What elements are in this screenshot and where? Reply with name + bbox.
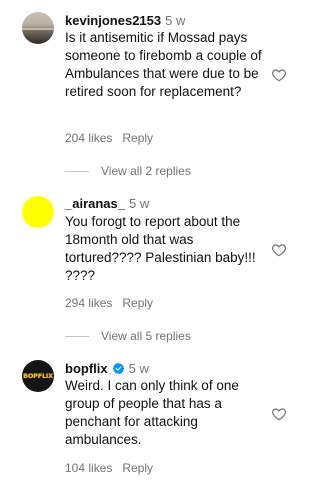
divider-line xyxy=(65,170,89,172)
reply-button[interactable]: Reply xyxy=(122,461,153,475)
comment-text: Weird. I can only think of one group of … xyxy=(65,378,239,447)
comment-actions: 204 likes Reply xyxy=(65,131,153,145)
view-replies-label: View all 5 replies xyxy=(101,329,191,343)
heart-outline-icon[interactable] xyxy=(271,67,287,83)
comment-text: Is it antisemitic if Mossad pays someone… xyxy=(65,30,262,99)
view-replies-button[interactable]: View all 2 replies xyxy=(65,164,191,178)
view-replies-button[interactable]: View all 5 replies xyxy=(65,329,191,343)
reply-button[interactable]: Reply xyxy=(122,131,153,145)
heart-outline-icon[interactable] xyxy=(271,242,287,258)
avatar[interactable] xyxy=(22,196,54,228)
like-count[interactable]: 204 likes xyxy=(65,131,112,145)
like-count[interactable]: 104 likes xyxy=(65,461,112,475)
comment-actions: 294 likes Reply xyxy=(65,296,153,310)
comment-actions: 104 likes Reply xyxy=(65,461,153,475)
divider-line xyxy=(65,335,89,337)
comment-text: You forogt to report about the 18month o… xyxy=(65,214,256,283)
avatar-logo-text: BOPFLIX xyxy=(23,372,53,380)
reply-button[interactable]: Reply xyxy=(122,296,153,310)
username[interactable]: _airanas_ xyxy=(65,196,125,211)
timestamp: 5 w xyxy=(165,13,186,28)
like-count[interactable]: 294 likes xyxy=(65,296,112,310)
timestamp: 5 w xyxy=(129,196,150,211)
username[interactable]: kevinjones2153 xyxy=(65,13,161,28)
username[interactable]: bopflix xyxy=(65,361,108,376)
comment-header: kevinjones2153 5 w xyxy=(65,13,185,29)
verified-badge-icon xyxy=(112,362,124,375)
comment-header: bopflix 5 w xyxy=(65,361,149,377)
avatar[interactable] xyxy=(22,12,54,44)
heart-outline-icon[interactable] xyxy=(271,406,287,422)
comment-header: _airanas_ 5 w xyxy=(65,196,149,212)
avatar[interactable]: BOPFLIX xyxy=(22,360,54,392)
timestamp: 5 w xyxy=(128,361,149,376)
view-replies-label: View all 2 replies xyxy=(101,164,191,178)
